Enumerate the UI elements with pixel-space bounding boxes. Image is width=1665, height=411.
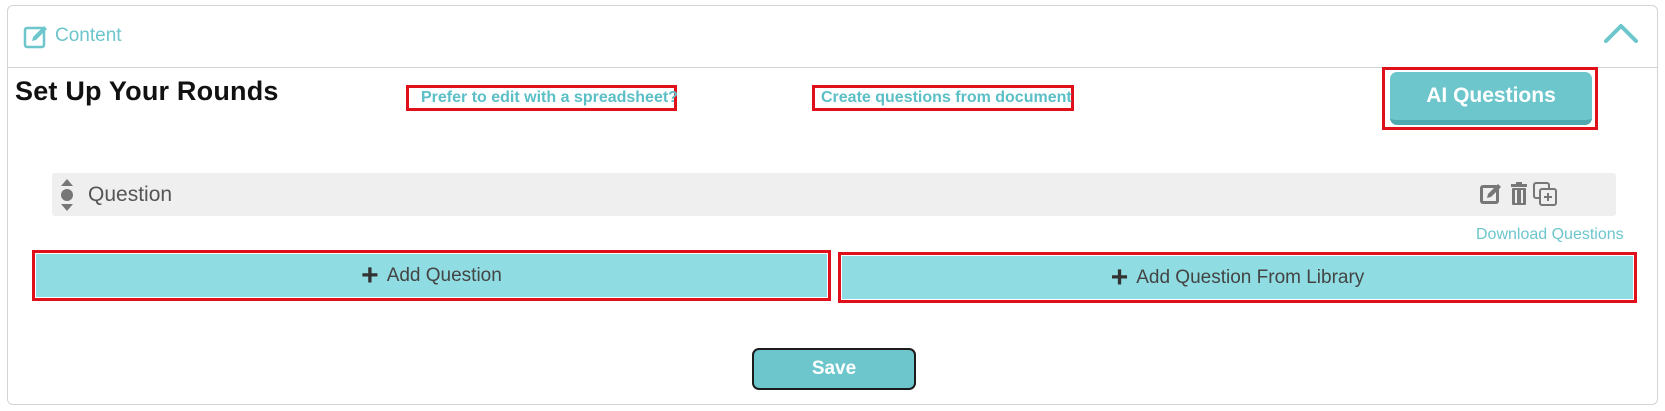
duplicate-icon[interactable] <box>1533 182 1557 206</box>
edit-icon[interactable] <box>1479 182 1503 206</box>
add-library-label: Add Question From Library <box>1136 266 1365 288</box>
save-button[interactable]: Save <box>752 348 916 390</box>
question-row[interactable]: Question <box>52 173 1616 216</box>
document-link[interactable]: Create questions from document <box>821 89 1072 107</box>
chevron-up-icon[interactable] <box>1603 18 1639 46</box>
plus-icon: + <box>1110 260 1129 294</box>
edit-icon <box>23 26 47 49</box>
add-question-from-library-button[interactable]: + Add Question From Library <box>842 256 1633 299</box>
panel-title: Content <box>55 25 122 46</box>
trash-icon[interactable] <box>1507 182 1531 206</box>
panel-header[interactable]: Content <box>8 6 1657 68</box>
download-questions-link[interactable]: Download Questions <box>1476 226 1624 244</box>
plus-icon: + <box>361 258 379 292</box>
question-label: Question <box>88 183 173 206</box>
add-question-button[interactable]: + Add Question <box>36 254 827 297</box>
spreadsheet-link[interactable]: Prefer to edit with a spreadsheet? <box>421 89 678 107</box>
add-question-label: Add Question <box>386 264 502 286</box>
page-title: Set Up Your Rounds <box>15 76 279 106</box>
ai-questions-button[interactable]: AI Questions <box>1390 72 1592 125</box>
drag-handle-icon[interactable] <box>60 179 74 211</box>
